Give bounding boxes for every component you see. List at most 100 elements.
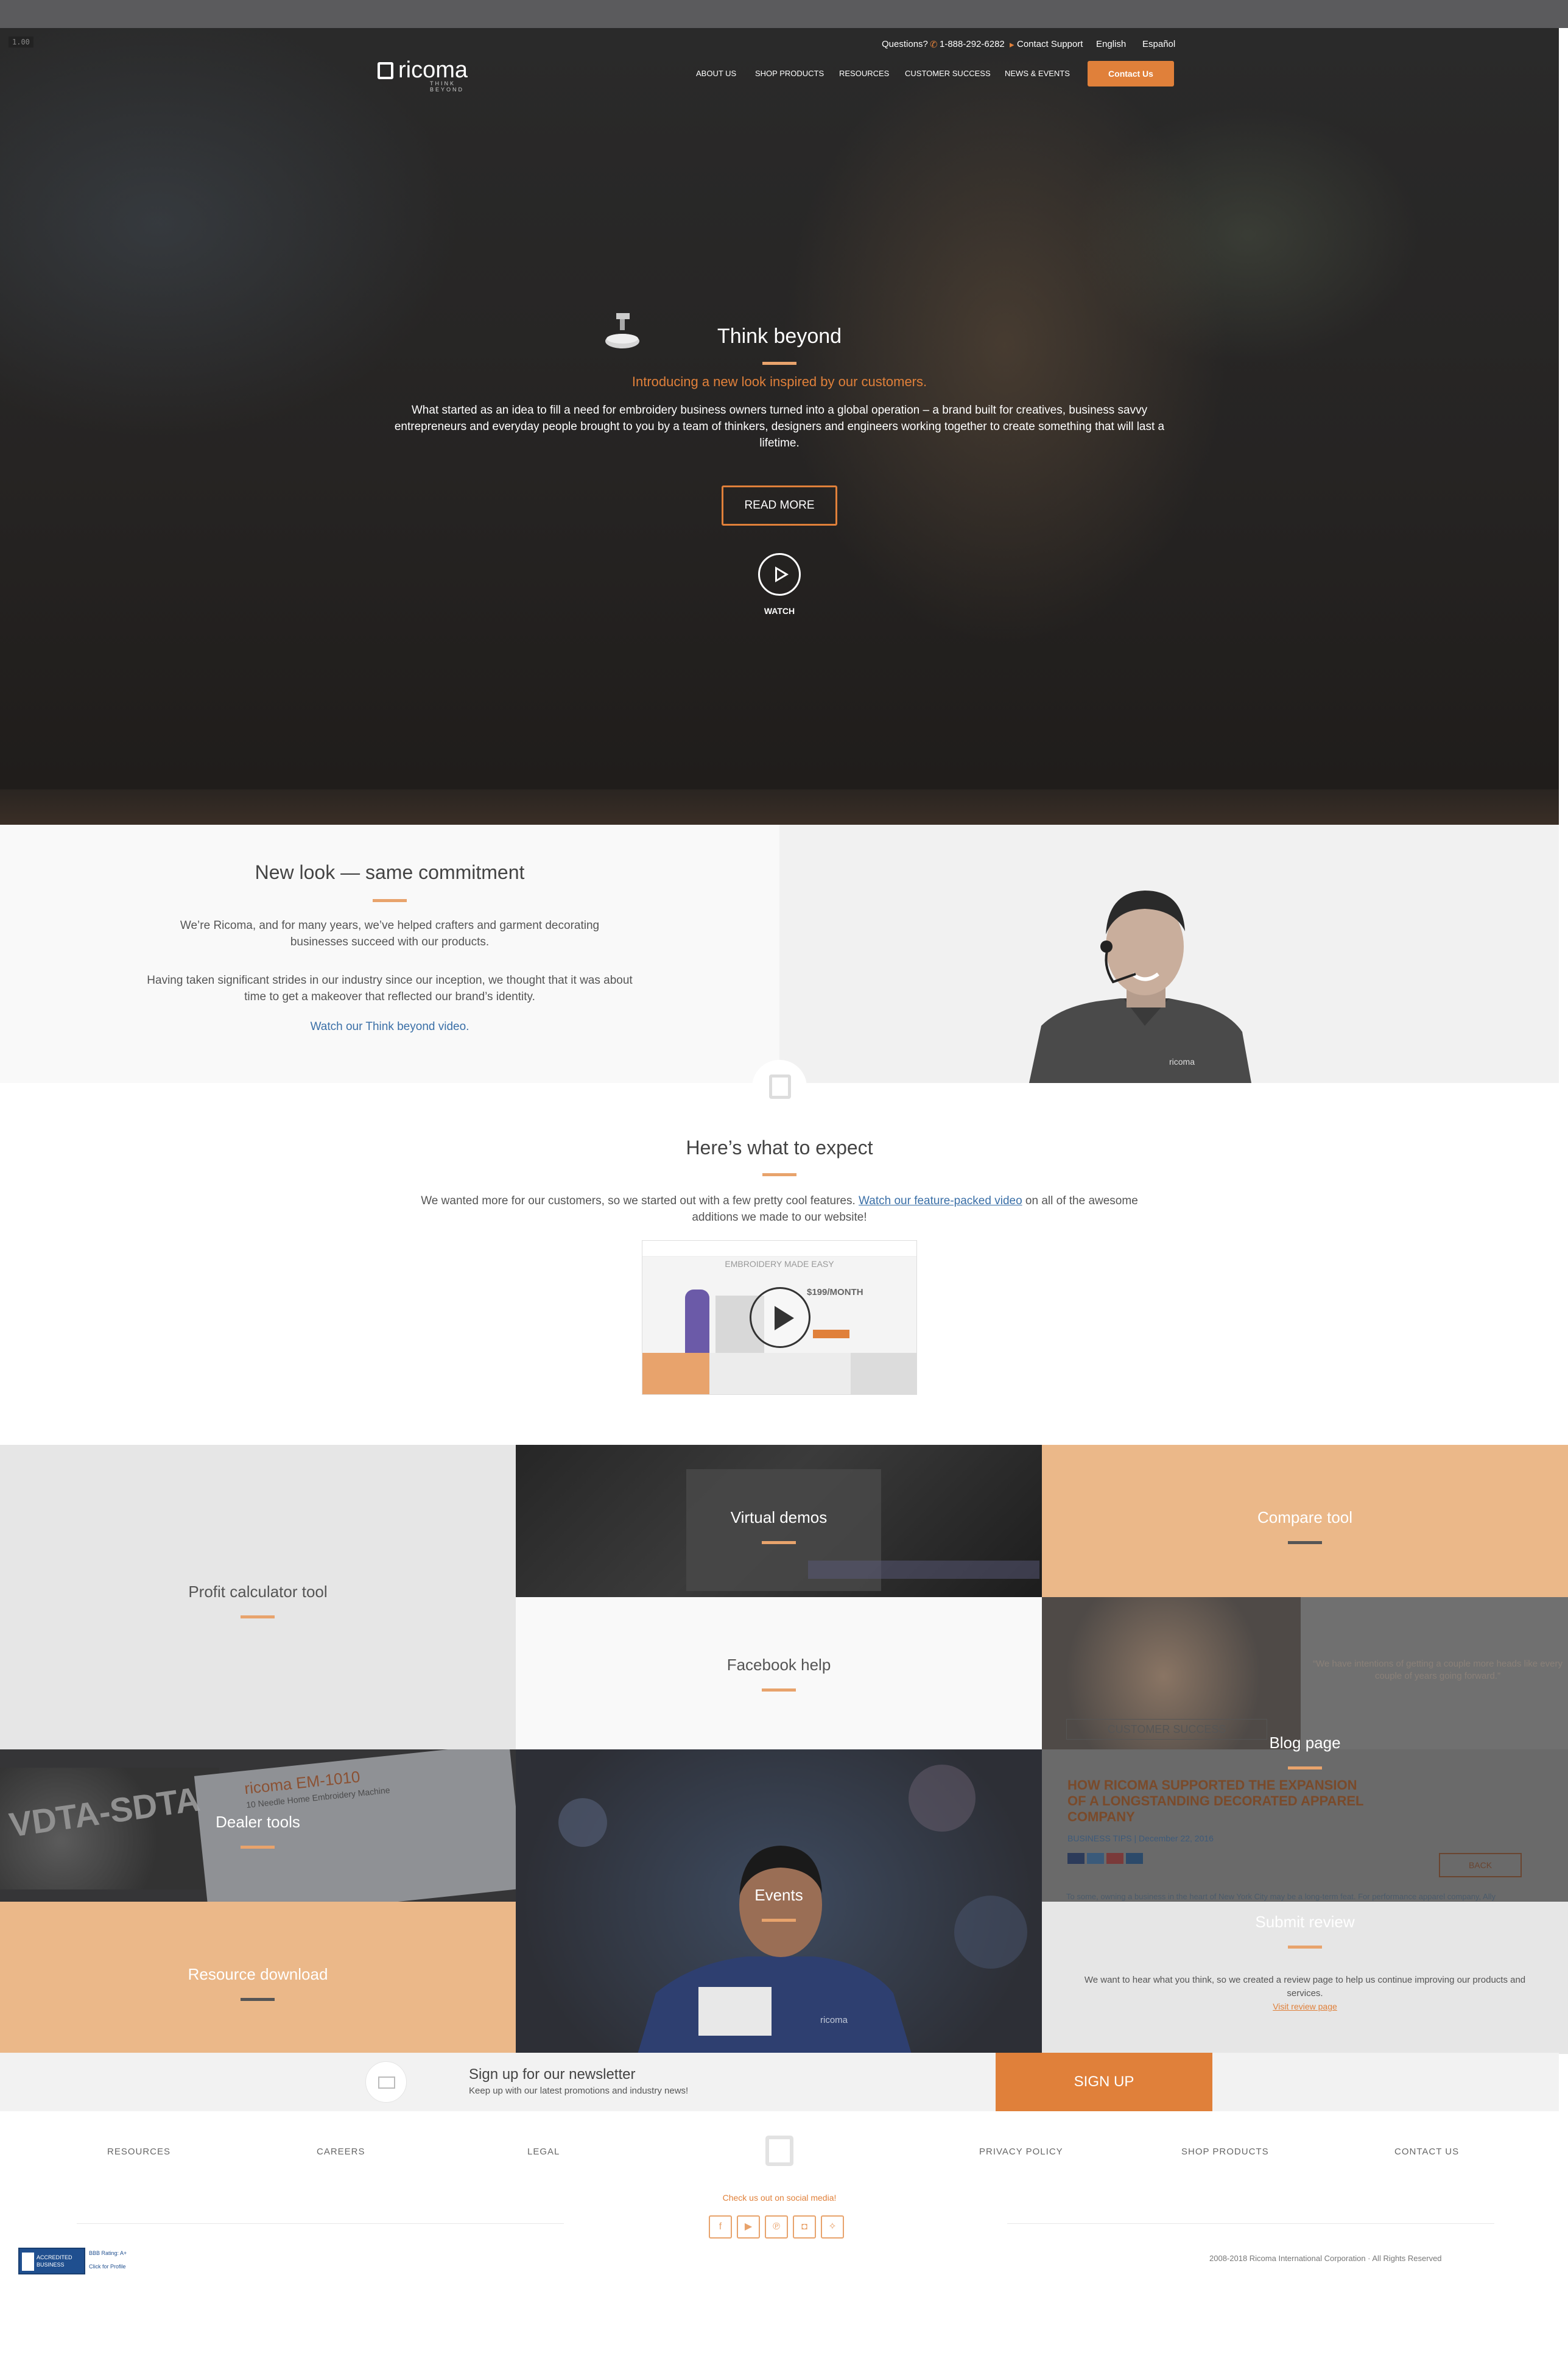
questions-label: Questions? — [882, 39, 928, 49]
footer-privacy-link[interactable]: PRIVACY POLICY — [979, 2147, 1063, 2157]
hero-bottom-band — [0, 789, 1559, 825]
thumb-price: $199/MONTH — [807, 1287, 863, 1297]
browser-top-strip — [0, 0, 1568, 28]
tile-dealer-tools[interactable]: VDTA-SDTA ricoma EM-1010 10 Needle Home … — [0, 1749, 516, 1902]
logo-wordmark: ricoma — [398, 57, 468, 83]
nav-about-us[interactable]: ABOUT US — [696, 69, 736, 78]
newsletter-subtitle: Keep up with our latest promotions and i… — [469, 2086, 689, 2096]
tile-compare-tool[interactable]: Compare tool — [1042, 1445, 1568, 1597]
hero-title: Think beyond — [717, 325, 842, 348]
bbb-click: Click for Profile — [89, 2263, 126, 2270]
bbb-accredited-badge[interactable]: ACCREDITED BUSINESS BBB Rating: A+ Click… — [18, 2248, 138, 2274]
blog-headline: HOW RICOMA SUPPORTED THE EXPANSION OF A … — [1067, 1777, 1364, 1824]
blog-meta: BUSINESS TIPS | December 22, 2016 — [1067, 1833, 1214, 1843]
facebook-help-label: Facebook help — [726, 1656, 831, 1674]
hero-title-rule — [762, 362, 796, 365]
twitter-icon[interactable]: ✧ — [821, 2215, 844, 2239]
commitment-rule — [373, 899, 407, 902]
submit-review-rule — [1288, 1946, 1322, 1949]
blog-quote: “We have intentions of getting a couple … — [1313, 1659, 1563, 1681]
thumb-cta — [813, 1330, 849, 1338]
dealer-tools-rule — [241, 1846, 275, 1849]
commitment-body: Having taken significant strides in our … — [147, 974, 633, 1003]
thumb-tiles — [642, 1353, 916, 1394]
feature-video-thumbnail[interactable]: EMBROIDERY MADE EASY $199/MONTH — [642, 1240, 917, 1395]
compare-tool-rule — [1288, 1541, 1322, 1544]
commitment-title: New look — same commitment — [255, 861, 525, 883]
nav-resources[interactable]: RESOURCES — [839, 69, 889, 78]
resource-download-rule — [241, 1998, 275, 2001]
nav-customer-success[interactable]: CUSTOMER SUCCESS — [905, 69, 991, 78]
tile-resource-download[interactable]: Resource download — [0, 1902, 516, 2054]
events-shirt-logo: ricoma — [820, 2015, 848, 2025]
profit-calculator-label: Profit calculator tool — [188, 1582, 328, 1601]
language-english[interactable]: English — [1096, 39, 1126, 49]
footer-careers-link[interactable]: CAREERS — [317, 2147, 365, 2157]
thumb-play-icon — [750, 1287, 810, 1348]
tile-virtual-demos[interactable]: Virtual demos — [516, 1445, 1042, 1597]
phone-icon: ✆ — [930, 40, 938, 50]
expect-rule — [762, 1173, 796, 1176]
copyright: 2008-2018 Ricoma International Corporati… — [1209, 2254, 1442, 2263]
tile-events[interactable]: ricoma Events — [516, 1749, 1042, 2054]
footer-resources-link[interactable]: RESOURCES — [107, 2147, 171, 2157]
blog-page-label: Blog page — [1269, 1734, 1341, 1752]
ricoma-logo[interactable]: ricoma THINK BEYOND — [378, 57, 469, 93]
events-label: Events — [754, 1886, 803, 1904]
play-icon[interactable] — [758, 553, 801, 596]
bbb-torch-icon — [22, 2253, 34, 2271]
tile-profit-calculator[interactable]: Profit calculator tool — [0, 1445, 516, 1749]
svg-text:ricoma: ricoma — [1169, 1057, 1195, 1067]
footer-divider-left — [77, 2223, 564, 2224]
newsletter-title: Sign up for our newsletter — [469, 2066, 636, 2083]
newsletter-signup-button[interactable]: SIGN UP — [996, 2053, 1212, 2111]
youtube-icon[interactable]: ▶ — [737, 2215, 760, 2239]
visit-review-page-link[interactable]: Visit review page — [1042, 2002, 1568, 2011]
watch-label[interactable]: WATCH — [731, 606, 828, 616]
events-rule — [762, 1919, 796, 1922]
instagram-icon[interactable]: ◘ — [793, 2215, 816, 2239]
tile-submit-review[interactable]: Submit review We want to hear what you t… — [1042, 1902, 1568, 2054]
logo-tagline: THINK BEYOND — [430, 80, 465, 93]
submit-review-body: We want to hear what you think, so we cr… — [1084, 1975, 1526, 1999]
bbb-label: ACCREDITED BUSINESS — [37, 2254, 72, 2268]
contact-us-button[interactable]: Contact Us — [1088, 61, 1174, 86]
footer-shop-link[interactable]: SHOP PRODUCTS — [1181, 2147, 1269, 2157]
facebook-icon[interactable]: f — [709, 2215, 732, 2239]
agent-illustration: ricoma — [1029, 891, 1251, 1083]
thumb-nav — [642, 1241, 916, 1257]
resource-download-label: Resource download — [188, 1965, 328, 1983]
virtual-demos-rule — [762, 1541, 796, 1544]
support-icon: ▸ — [1010, 40, 1014, 50]
footer-legal-link[interactable]: LEGAL — [527, 2147, 560, 2157]
phone-link[interactable]: 1-888-292-6282 — [940, 39, 1005, 49]
pinterest-icon[interactable]: ℗ — [765, 2215, 788, 2239]
feature-video-link[interactable]: Watch our feature-packed video — [859, 1194, 1022, 1207]
blog-back-button: BACK — [1439, 1853, 1522, 1877]
thumb-headline: EMBROIDERY MADE EASY — [725, 1259, 834, 1269]
ricoma-badge-icon — [752, 1060, 807, 1115]
nav-news-events[interactable]: NEWS & EVENTS — [1005, 69, 1070, 78]
blog-share-icons — [1067, 1853, 1147, 1864]
newsletter-icon — [365, 2061, 407, 2103]
dealer-tools-label: Dealer tools — [216, 1813, 300, 1831]
bbb-rating: BBB Rating: A+ — [89, 2250, 127, 2256]
blog-excerpt: To some, owning a business in the heart … — [1066, 1892, 1496, 1901]
support-agent-photo: ricoma — [779, 825, 1559, 1083]
tile-blog-page[interactable]: “We have intentions of getting a couple … — [1042, 1597, 1568, 1902]
hero-subtitle: Introducing a new look inspired by our c… — [631, 374, 927, 389]
version-label: 1.00 — [9, 37, 33, 48]
think-beyond-video-link[interactable]: Watch our Think beyond video. — [207, 1018, 572, 1035]
compare-tool-label: Compare tool — [1257, 1508, 1353, 1526]
contact-support-link[interactable]: Contact Support — [1017, 39, 1083, 49]
ricoma-r-icon — [378, 62, 393, 79]
language-espanol[interactable]: Español — [1142, 39, 1175, 49]
footer-divider-right — [1007, 2223, 1494, 2224]
blog-page-rule — [1288, 1766, 1322, 1769]
nav-shop-products[interactable]: SHOP PRODUCTS — [755, 69, 824, 78]
footer-contact-link[interactable]: CONTACT US — [1394, 2147, 1459, 2157]
tile-facebook-help[interactable]: Facebook help — [516, 1597, 1042, 1749]
submit-review-label: Submit review — [1255, 1913, 1355, 1931]
read-more-button[interactable]: READ MORE — [722, 485, 837, 526]
facebook-help-rule — [762, 1688, 796, 1692]
